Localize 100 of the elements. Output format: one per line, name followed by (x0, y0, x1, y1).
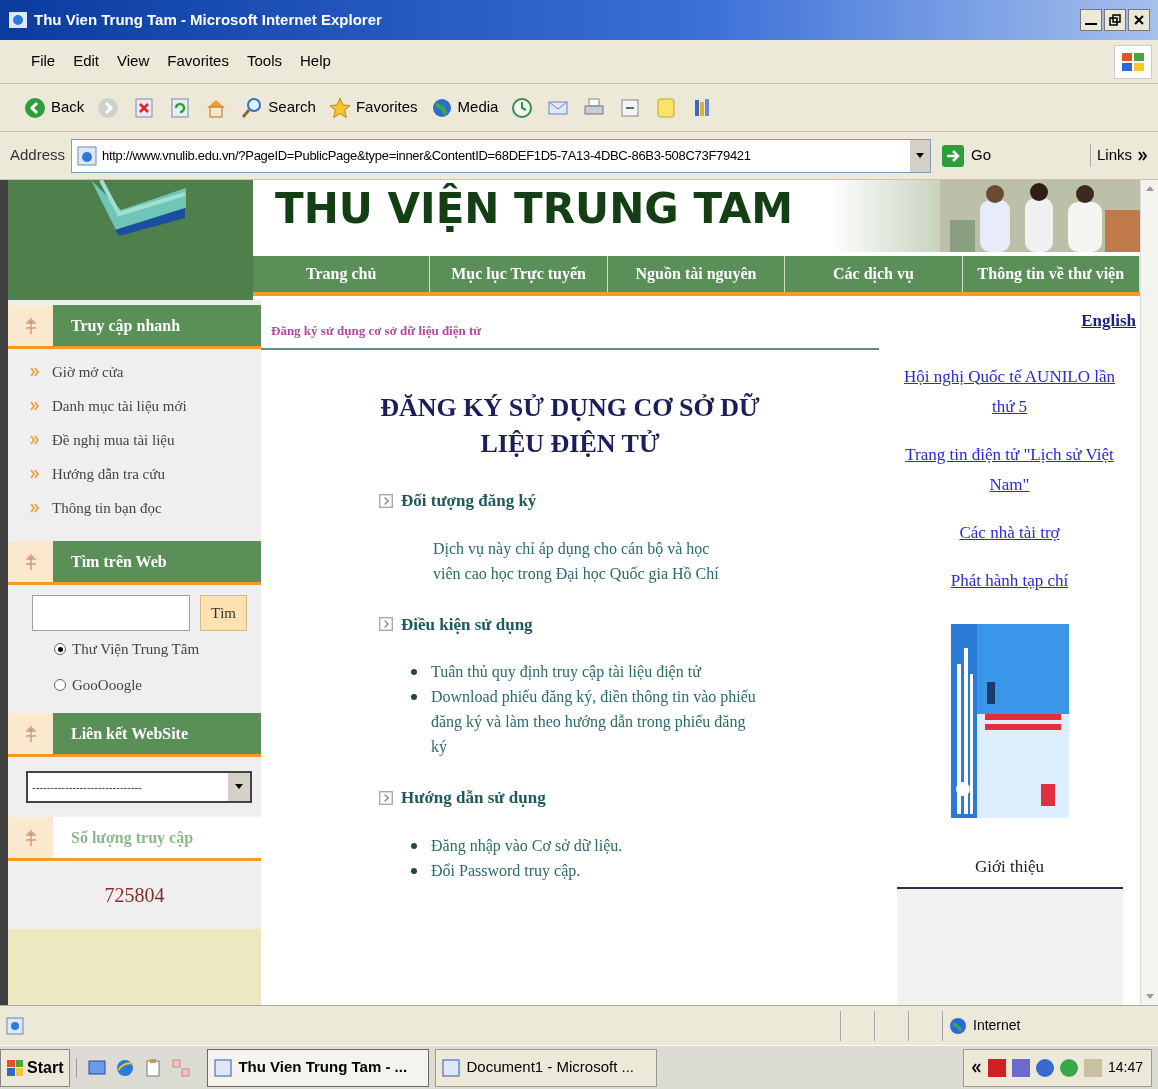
menu-item[interactable]: Favorites (158, 50, 238, 73)
window-icon (442, 1058, 461, 1077)
page-icon (6, 1016, 24, 1035)
tray-app-icon[interactable] (1035, 1058, 1054, 1077)
radio-option[interactable]: Thư Viện Trung Tâm (8, 631, 261, 667)
toolbar-button[interactable]: Media (426, 89, 502, 126)
menu-item[interactable]: File (22, 50, 65, 73)
arrow-box-icon (379, 493, 393, 508)
chevron-icon (30, 367, 40, 377)
arrow-box-icon (379, 790, 393, 805)
section-header: Tìm trên Web (53, 541, 261, 582)
star-icon (327, 95, 352, 120)
nav-tab[interactable]: Mục lục Trực tuyến (430, 256, 608, 292)
window-icon (214, 1058, 233, 1077)
zone-label: Internet (973, 1016, 1021, 1035)
tray-app-icon[interactable] (1059, 1058, 1078, 1077)
windows-logo-icon (7, 1059, 23, 1076)
close-button[interactable] (1128, 9, 1150, 31)
section-heading: Hướng dẫn sử dụng (401, 787, 546, 809)
section-header: Truy cập nhanh (53, 305, 261, 346)
chevron-icon (30, 435, 40, 445)
address-label: Address (10, 145, 66, 166)
section-heading: Đối tượng đăng ký (401, 490, 537, 512)
scrollbar[interactable] (1140, 180, 1158, 1005)
taskbar-task[interactable]: Document1 - Microsoft ... (435, 1048, 658, 1087)
marker-icon (24, 829, 37, 846)
article-title: ĐĂNG KÝ SỬ DỤNG CƠ SỞ DỮ LIỆU ĐIỆN TỬ (379, 392, 761, 460)
dropdown-arrow-button[interactable] (228, 773, 250, 801)
browser-icon (8, 10, 28, 30)
bullet-icon (411, 842, 417, 849)
window-title: Thu Vien Trung Tam - Microsoft Internet Explorer (34, 9, 382, 30)
search-field[interactable] (32, 595, 190, 631)
go-button[interactable]: Go (937, 143, 996, 168)
list-item: Download phiếu đăng ký, điền thông tin vào phiếu đăng ký và làm theo hướng dẫn trong phiếu đăng ký (431, 687, 756, 758)
site-title: THU VIỆN TRUNG TAM (275, 182, 794, 235)
chevron-icon (30, 469, 40, 479)
address-field[interactable]: http://www.vnulib.edu.vn/?PageID=PublicPage&type=inner&ContentID=68DEF1D5-7A13-4DBC-86B3-508C73F79421 (71, 138, 932, 173)
sidebar-link[interactable]: Thông tin bạn đọc (52, 496, 162, 520)
desktop-icon[interactable] (87, 1057, 108, 1078)
sidebar-link[interactable]: Các nhà tài trợ (895, 517, 1124, 548)
menu-item[interactable]: Tools (237, 50, 291, 73)
section-header: Liên kết WebSite (53, 713, 261, 754)
find-button[interactable]: Tìm (200, 595, 247, 631)
menu-item[interactable]: View (108, 50, 159, 73)
chevron-icon (30, 401, 40, 411)
english-link[interactable]: English (1081, 308, 1136, 334)
browser-icon[interactable] (115, 1057, 136, 1078)
sidebar-link[interactable]: Danh mục tài liệu mới (52, 394, 187, 418)
windows-logo-icon (1114, 44, 1152, 79)
clock: 14:47 (1107, 1058, 1143, 1077)
sidebar-link[interactable]: Đề nghị mua tài liệu (52, 428, 175, 452)
bullet-icon (411, 694, 417, 700)
toolbar-button[interactable]: Back (20, 89, 88, 126)
toolbar-button[interactable]: Favorites (324, 89, 421, 126)
taskbar-task[interactable]: Thu Vien Trung Tam - ... (207, 1048, 430, 1087)
restore-button[interactable] (1104, 9, 1126, 31)
radio-option[interactable]: GooOoogle (8, 667, 261, 703)
list-item: Đổi Password truy cập. (431, 860, 581, 882)
nav-tab[interactable]: Trang chủ (253, 256, 431, 292)
links-button[interactable]: Links (1089, 144, 1132, 167)
arrow-box-icon (379, 617, 393, 632)
marker-icon (24, 553, 37, 570)
minimize-button[interactable] (1080, 9, 1102, 31)
menu-item[interactable]: Help (291, 50, 340, 73)
restore-icon (1109, 14, 1121, 26)
menu-item[interactable]: Edit (64, 50, 109, 73)
section-text: Dịch vụ này chỉ áp dụng cho cán bộ và học viên cao học trong Đại học Quốc gia Hồ Chí (433, 538, 720, 585)
chevron-icon[interactable] (971, 1062, 982, 1073)
page-icon (76, 144, 99, 167)
toolbar-button[interactable]: Search (237, 89, 319, 126)
tray-app-icon[interactable] (1011, 1058, 1030, 1077)
close-icon (1133, 14, 1145, 26)
breadcrumb: Đăng ký sử dụng cơ sở dữ liệu điện tử (271, 321, 482, 340)
intro-heading: Giới thiệu (975, 856, 1044, 876)
dropdown-arrow-button[interactable] (910, 139, 931, 172)
sidebar-link[interactable]: Phát hành tạp chí (895, 565, 1124, 596)
scroll-down-icon[interactable] (1144, 991, 1155, 1001)
marker-icon (24, 725, 37, 742)
bullet-icon (411, 867, 417, 874)
chevron-icon[interactable] (1138, 150, 1148, 161)
chevron-icon (30, 503, 40, 513)
start-button[interactable]: Start (0, 1048, 71, 1087)
list-item: Đăng nhập vào Cơ sở dữ liệu. (431, 835, 623, 857)
bullet-icon (411, 669, 417, 675)
sidebar-link[interactable]: Trang tin điện tử "Lịch sử Việt Nam" (895, 439, 1124, 500)
radio-button[interactable] (54, 679, 66, 691)
minimize-icon (1085, 23, 1097, 25)
sidebar-link[interactable]: Giờ mở cửa (52, 360, 124, 384)
section-header: Số lượng truy cập (53, 817, 261, 858)
nav-tab[interactable]: Các dịch vụ (785, 256, 963, 292)
radio-button[interactable] (54, 643, 66, 655)
nav-tab[interactable]: Nguồn tài nguyên (607, 256, 786, 292)
list-item: Tuân thủ quy định truy cập tài liệu điện tử (431, 662, 701, 683)
website-dropdown[interactable]: ------------------------------ (26, 771, 252, 803)
clock-icon (510, 95, 535, 120)
sidebar-link[interactable]: Hướng dẫn tra cứu (52, 462, 165, 486)
antivirus-icon[interactable] (987, 1058, 1006, 1077)
scroll-up-icon[interactable] (1144, 184, 1155, 194)
section-heading: Điều kiện sử dụng (401, 613, 533, 636)
sidebar-link[interactable]: Hội nghị Quốc tế AUNILO lần thứ 5 (895, 361, 1124, 422)
